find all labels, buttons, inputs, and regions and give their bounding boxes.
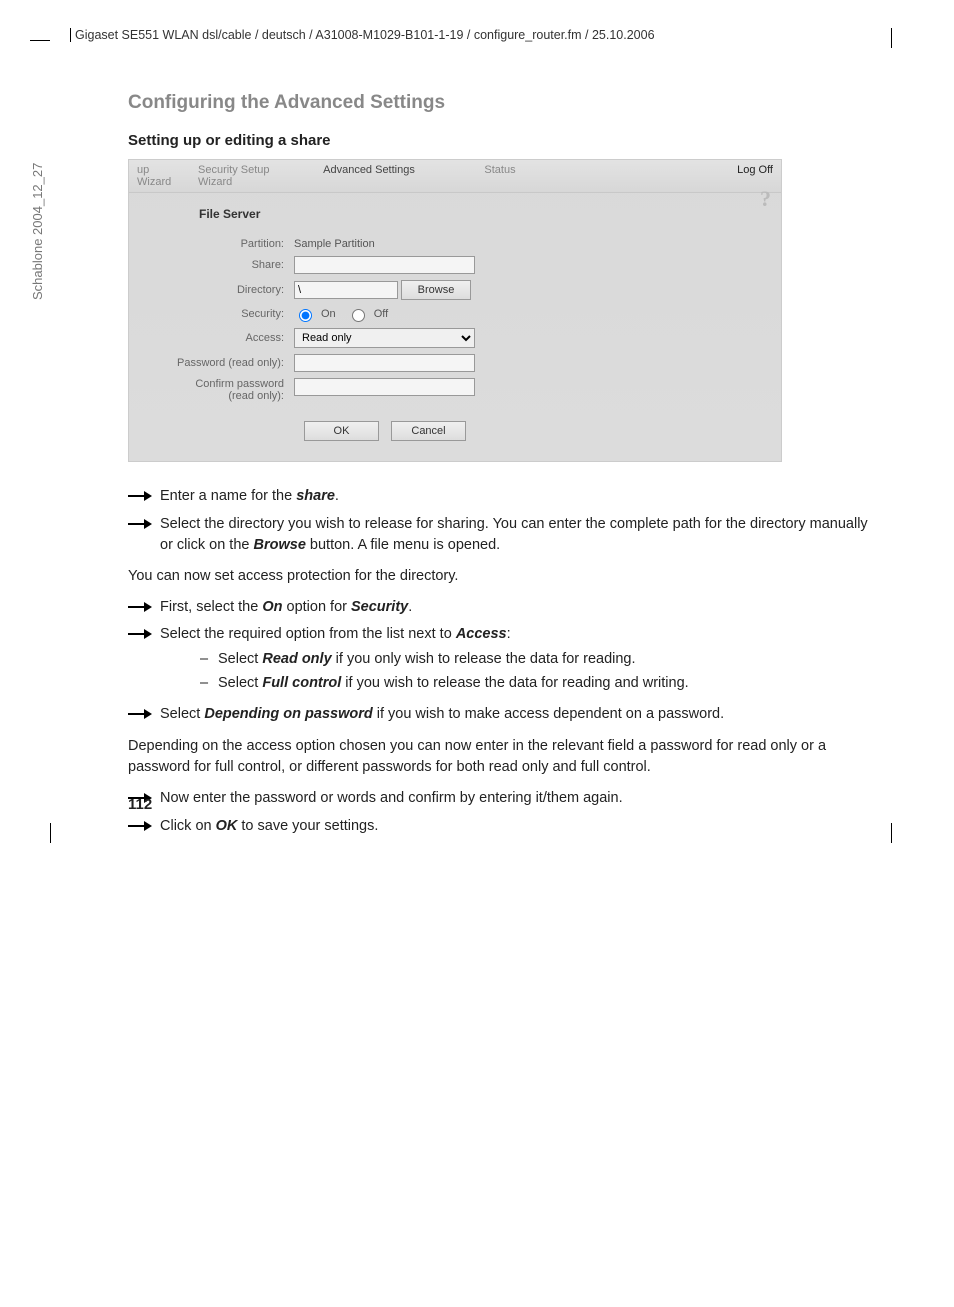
section-title: Configuring the Advanced Settings	[128, 92, 884, 114]
radio-on-label: On	[321, 308, 336, 320]
input-password-ro[interactable]	[294, 354, 475, 372]
paragraph: You can now set access protection for th…	[128, 566, 884, 587]
sub-title: Setting up or editing a share	[128, 132, 884, 149]
tab-security-wizard[interactable]: Security Setup Wizard	[190, 160, 306, 192]
arrow-icon	[128, 704, 160, 726]
instruction: Select Depending on password if you wish…	[160, 704, 884, 726]
label-confirm-password-ro: Confirm password(read only):	[129, 378, 294, 402]
tab-setup-wizard[interactable]: up Wizard	[129, 160, 190, 192]
instruction: Select the required option from the list…	[160, 624, 884, 698]
label-share: Share:	[129, 259, 294, 271]
header-path: Gigaset SE551 WLAN dsl/cable / deutsch /…	[70, 28, 884, 42]
arrow-icon	[128, 816, 160, 838]
input-confirm-password-ro[interactable]	[294, 378, 475, 396]
label-password-ro: Password (read only):	[129, 357, 294, 369]
crop-mark	[30, 40, 50, 41]
label-access: Access:	[129, 332, 294, 344]
template-label: Schablone 2004_12_27	[30, 163, 45, 300]
label-security: Security:	[129, 308, 294, 320]
body-text: Enter a name for the share. Select the d…	[128, 486, 884, 837]
arrow-icon	[128, 514, 160, 556]
crop-mark	[891, 28, 892, 48]
tab-bar: up Wizard Security Setup Wizard Advanced…	[129, 160, 781, 193]
arrow-icon	[128, 486, 160, 508]
panel-title: File Server	[129, 193, 781, 235]
router-screenshot: up Wizard Security Setup Wizard Advanced…	[128, 159, 782, 462]
crop-mark	[50, 823, 51, 843]
ok-button[interactable]: OK	[304, 421, 379, 441]
arrow-icon	[128, 624, 160, 698]
select-access[interactable]: Read only	[294, 328, 475, 348]
value-partition: Sample Partition	[294, 238, 375, 250]
instruction: Select the directory you wish to release…	[160, 514, 884, 556]
instruction: Now enter the password or words and conf…	[160, 788, 884, 810]
input-directory[interactable]	[294, 281, 398, 299]
instruction: Enter a name for the share.	[160, 486, 884, 508]
logoff-link[interactable]: Log Off	[729, 160, 781, 192]
radio-security-on[interactable]	[299, 309, 312, 322]
label-partition: Partition:	[129, 238, 294, 250]
tab-status[interactable]: Status	[432, 160, 568, 192]
help-icon[interactable]: ?	[760, 186, 771, 212]
instruction: First, select the On option for Security…	[160, 597, 884, 619]
radio-off-label: Off	[374, 308, 388, 320]
label-directory: Directory:	[129, 284, 294, 296]
crop-mark	[891, 823, 892, 843]
paragraph: Depending on the access option chosen yo…	[128, 736, 884, 778]
page-number: 112	[128, 796, 152, 813]
instruction: Click on OK to save your settings.	[160, 816, 884, 838]
radio-security-off[interactable]	[352, 309, 365, 322]
cancel-button[interactable]: Cancel	[391, 421, 466, 441]
arrow-icon	[128, 597, 160, 619]
browse-button[interactable]: Browse	[401, 280, 471, 300]
tab-advanced-settings[interactable]: Advanced Settings	[306, 160, 432, 192]
input-share[interactable]	[294, 256, 475, 274]
